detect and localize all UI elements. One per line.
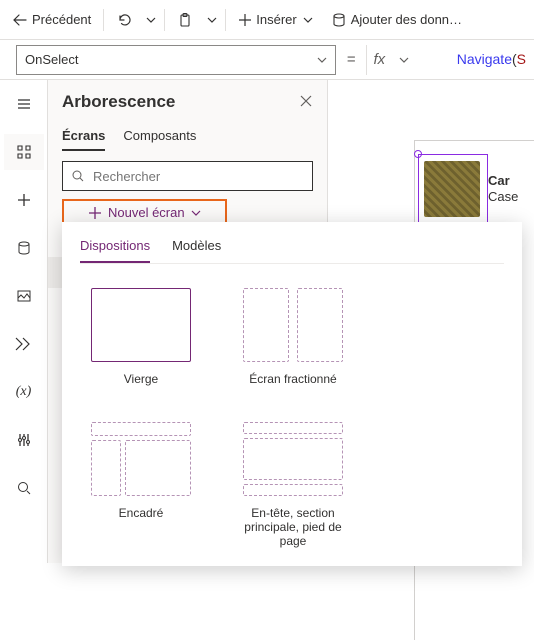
layout-sidebar[interactable]: Encadré: [88, 422, 194, 548]
rail-variables[interactable]: (x): [4, 374, 44, 410]
paste-button[interactable]: [169, 4, 201, 36]
separator: [164, 9, 165, 31]
search-input[interactable]: [62, 161, 313, 191]
formula-arg: S: [517, 51, 526, 67]
layout-header-main-footer[interactable]: En-tête, section principale, pied de pag…: [240, 422, 346, 548]
back-label: Précédent: [32, 12, 91, 27]
left-rail: (x): [0, 80, 48, 563]
chevron-down-icon: [303, 15, 313, 25]
gallery-item-selected[interactable]: CarCase: [424, 150, 534, 228]
undo-button[interactable]: [108, 4, 140, 36]
arrow-left-icon: [12, 12, 28, 28]
undo-icon: [116, 12, 132, 28]
chevron-down-icon: [207, 15, 217, 25]
separator: [103, 9, 104, 31]
new-screen-label: Nouvel écran: [108, 205, 185, 220]
layout-thumb-hmf: [243, 422, 343, 496]
formula-input[interactable]: Navigate(S: [423, 35, 526, 85]
rail-data[interactable]: [4, 230, 44, 266]
property-value: OnSelect: [25, 52, 78, 67]
selection-outline: [418, 154, 488, 224]
layout-label: En-tête, section principale, pied de pag…: [240, 506, 346, 548]
property-select[interactable]: OnSelect: [16, 45, 336, 75]
rail-tree-view[interactable]: [4, 134, 44, 170]
insert-label: Insérer: [256, 12, 296, 27]
chevron-down-icon[interactable]: [399, 55, 415, 65]
back-button[interactable]: Précédent: [4, 4, 99, 36]
flyout-tabs: Dispositions Modèles: [80, 232, 504, 264]
add-data-label: Ajouter des donn…: [351, 12, 462, 27]
separator: [225, 9, 226, 31]
layout-thumb-split: [243, 288, 343, 362]
plus-icon: [88, 206, 102, 220]
plus-icon: [238, 13, 252, 27]
paste-menu-button[interactable]: [203, 4, 221, 36]
rail-hamburger[interactable]: [4, 86, 44, 122]
rail-power-automate[interactable]: [4, 326, 44, 362]
new-screen-flyout: Dispositions Modèles Vierge Écran fracti…: [62, 222, 522, 566]
chevron-down-icon: [146, 15, 156, 25]
layout-blank[interactable]: Vierge: [88, 288, 194, 386]
rail-insert[interactable]: [4, 182, 44, 218]
clipboard-icon: [177, 12, 193, 28]
layout-label: Écran fractionné: [249, 372, 336, 386]
layout-thumb-sidebar: [91, 422, 191, 496]
rail-advanced-tools[interactable]: [4, 422, 44, 458]
new-screen-button[interactable]: Nouvel écran: [78, 201, 211, 224]
search-field[interactable]: [93, 169, 304, 184]
layout-thumb-blank: [91, 288, 191, 362]
layout-split[interactable]: Écran fractionné: [240, 288, 346, 386]
rail-media[interactable]: [4, 278, 44, 314]
layout-grid: Vierge Écran fractionné Encadré En-tête,…: [80, 264, 504, 548]
close-icon[interactable]: [299, 94, 313, 111]
formula-fn: Navigate: [457, 51, 512, 67]
formula-bar: OnSelect = fx Navigate(S: [0, 40, 534, 80]
fx-icon[interactable]: fx: [366, 45, 391, 75]
tree-title: Arborescence: [62, 92, 175, 112]
layout-label: Vierge: [124, 372, 158, 386]
chevron-down-icon: [317, 55, 327, 65]
item-text: CarCase: [488, 173, 518, 204]
rail-search[interactable]: [4, 470, 44, 506]
search-icon: [71, 169, 85, 183]
layout-label: Encadré: [119, 506, 164, 520]
tree-tabs: Écrans Composants: [48, 116, 327, 151]
tab-screens[interactable]: Écrans: [62, 122, 105, 151]
tab-layouts[interactable]: Dispositions: [80, 232, 150, 263]
insert-button[interactable]: Insérer: [230, 4, 320, 36]
data-icon: [331, 12, 347, 28]
add-data-button[interactable]: Ajouter des donn…: [323, 4, 470, 36]
chevron-down-icon: [191, 208, 201, 218]
tab-components[interactable]: Composants: [123, 122, 196, 151]
equals-label: =: [344, 51, 358, 68]
tab-templates[interactable]: Modèles: [172, 232, 221, 263]
undo-menu-button[interactable]: [142, 4, 160, 36]
